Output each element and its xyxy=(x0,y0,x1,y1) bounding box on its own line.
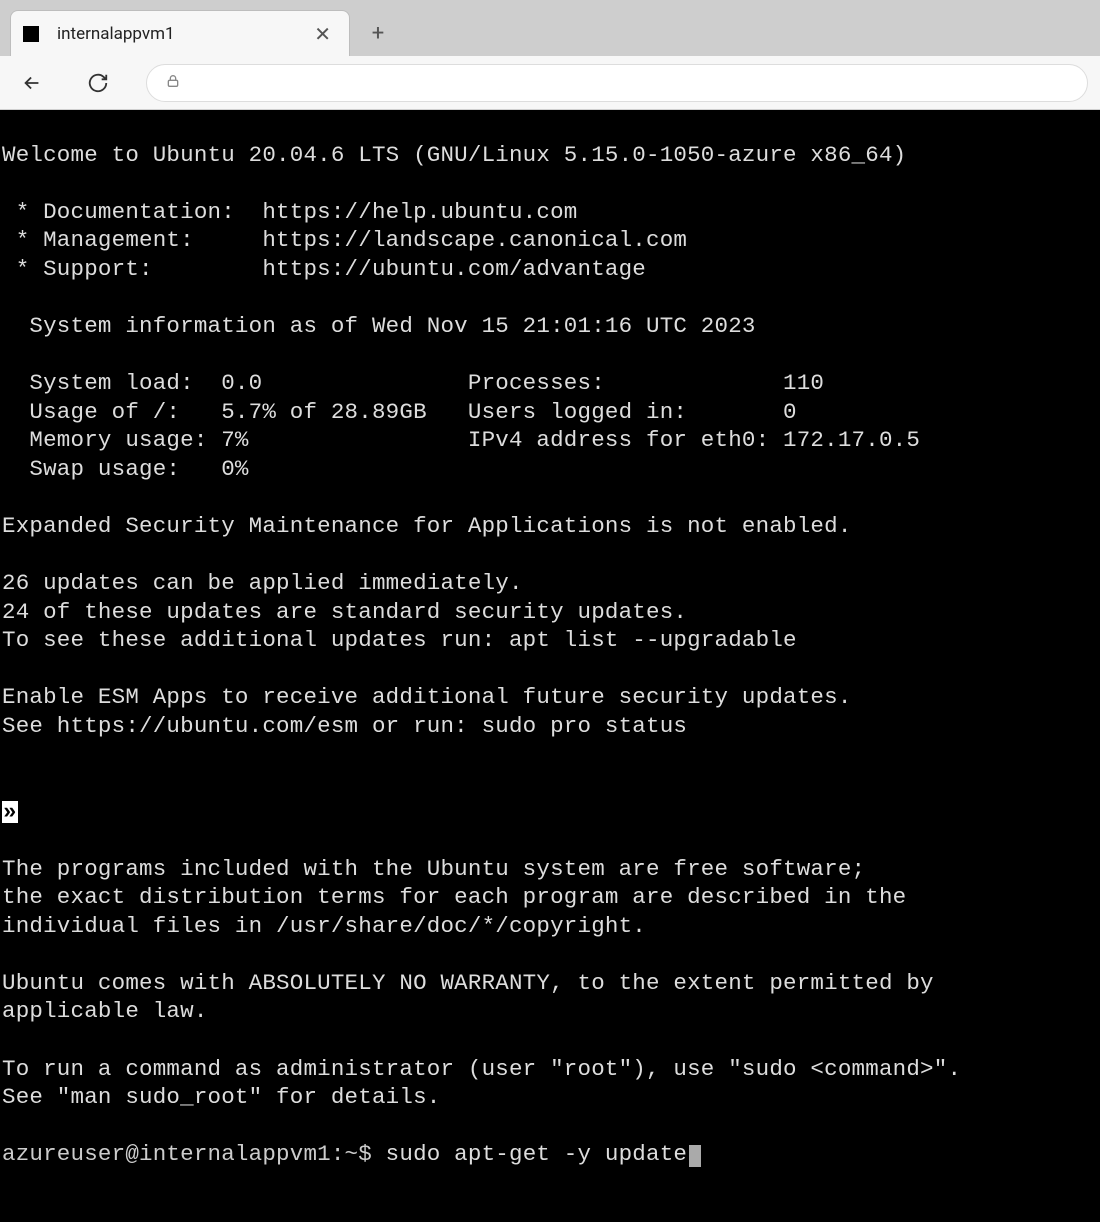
terminal-line: Memory usage: 7% IPv4 address for eth0: … xyxy=(2,427,920,453)
browser-toolbar xyxy=(0,56,1100,110)
terminal-line: Swap usage: 0% xyxy=(2,456,249,482)
terminal-line: * Management: https://landscape.canonica… xyxy=(2,227,687,253)
terminal-line: To run a command as administrator (user … xyxy=(2,1056,961,1082)
tab-strip: internalappvm1 ✕ + xyxy=(0,0,1100,56)
arrow-left-icon xyxy=(21,72,43,94)
new-tab-button[interactable]: + xyxy=(358,13,398,53)
terminal-line: See "man sudo_root" for details. xyxy=(2,1084,440,1110)
terminal-line: System load: 0.0 Processes: 110 xyxy=(2,370,824,396)
terminal-line: Ubuntu comes with ABSOLUTELY NO WARRANTY… xyxy=(2,970,934,996)
terminal-line: The programs included with the Ubuntu sy… xyxy=(2,856,865,882)
terminal-line: the exact distribution terms for each pr… xyxy=(2,884,906,910)
terminal-line: Expanded Security Maintenance for Applic… xyxy=(2,513,852,539)
terminal-line: Welcome to Ubuntu 20.04.6 LTS (GNU/Linux… xyxy=(2,142,906,168)
terminal-line: 24 of these updates are standard securit… xyxy=(2,599,687,625)
browser-tab[interactable]: internalappvm1 ✕ xyxy=(10,10,350,56)
tab-title: internalappvm1 xyxy=(57,24,308,44)
terminal-line: See https://ubuntu.com/esm or run: sudo … xyxy=(2,713,687,739)
terminal-line: Usage of /: 5.7% of 28.89GB Users logged… xyxy=(2,399,797,425)
address-bar[interactable] xyxy=(146,64,1088,102)
back-button[interactable] xyxy=(12,63,52,103)
close-tab-button[interactable]: ✕ xyxy=(308,18,337,50)
command-input[interactable]: sudo apt-get -y update xyxy=(386,1141,687,1167)
terminal-line: applicable law. xyxy=(2,998,208,1024)
terminal-line: Enable ESM Apps to receive additional fu… xyxy=(2,684,852,710)
cursor-icon xyxy=(689,1145,701,1167)
shell-prompt: azureuser@internalappvm1:~$ xyxy=(2,1141,386,1167)
terminal-line: * Documentation: https://help.ubuntu.com xyxy=(2,199,578,225)
terminal-favicon-icon xyxy=(23,26,43,42)
refresh-button[interactable] xyxy=(78,63,118,103)
terminal-line: individual files in /usr/share/doc/*/cop… xyxy=(2,913,646,939)
chevron-icon: » xyxy=(2,801,18,824)
terminal-line: 26 updates can be applied immediately. xyxy=(2,570,523,596)
terminal-line: System information as of Wed Nov 15 21:0… xyxy=(2,313,756,339)
terminal-line: * Support: https://ubuntu.com/advantage xyxy=(2,256,646,282)
refresh-icon xyxy=(87,72,109,94)
terminal-line: To see these additional updates run: apt… xyxy=(2,627,797,653)
lock-icon xyxy=(165,73,181,93)
terminal-output[interactable]: Welcome to Ubuntu 20.04.6 LTS (GNU/Linux… xyxy=(0,110,1100,1222)
